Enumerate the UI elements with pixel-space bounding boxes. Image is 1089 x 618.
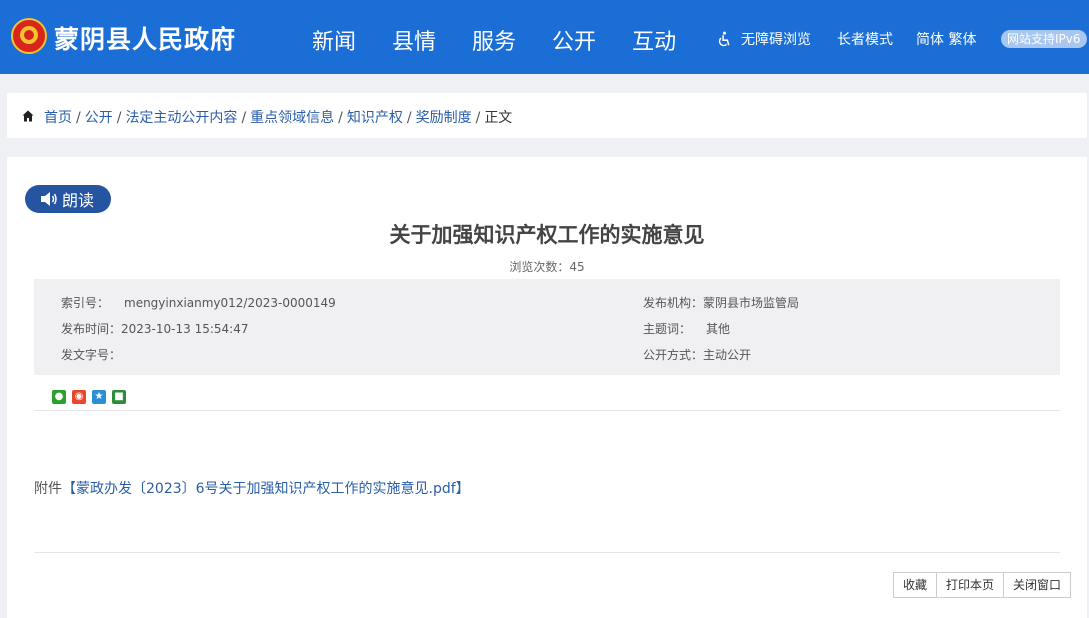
meta-publisher-label: 发布机构： — [643, 296, 704, 310]
national-emblem-logo[interactable] — [11, 18, 47, 54]
meta-date: 发布时间：2023-10-13 15:54:47 — [61, 320, 248, 337]
breadcrumb-reward-system[interactable]: 奖励制度 — [416, 110, 472, 126]
breadcrumb-separator: / — [475, 110, 481, 126]
meta-doc-number: 发文字号： — [61, 346, 121, 363]
attachment-prefix: 附件 — [34, 481, 62, 497]
nav-public[interactable]: 公开 — [552, 24, 596, 56]
site-title[interactable]: 蒙阴县人民政府 — [54, 20, 236, 56]
douban-icon[interactable]: ■ — [112, 390, 126, 404]
view-count: 浏览次数：45 — [7, 258, 1087, 275]
nav-county-info[interactable]: 县情 — [392, 24, 436, 56]
site-header: 蒙阴县人民政府 新闻 县情 服务 公开 互动 无障碍浏览 长者模式 简体 繁体 … — [0, 0, 1089, 74]
breadcrumb: 首页 / 公开 / 法定主动公开内容 / 重点领域信息 / 知识产权 / 奖励制度 / 正文 — [7, 93, 1087, 138]
speaker-icon — [41, 192, 57, 206]
meta-doc-number-label: 发文字号： — [61, 348, 122, 362]
meta-open-mode: 公开方式：主动公开 — [643, 346, 751, 363]
attachment: 附件【蒙政办发〔2023〕6号关于加强知识产权工作的实施意见.pdf】 — [34, 478, 470, 498]
wechat-icon[interactable]: ● — [52, 390, 66, 404]
nav-interaction[interactable]: 互动 — [632, 24, 676, 56]
breadcrumb-public[interactable]: 公开 — [85, 110, 113, 126]
meta-index-label: 索引号： — [61, 296, 110, 310]
language-switch[interactable]: 简体 繁体 — [916, 29, 976, 49]
article-panel: 朗读 关于加强知识产权工作的实施意见 浏览次数：45 索引号： mengyinxi… — [7, 157, 1087, 618]
divider — [34, 410, 1060, 411]
article-actions: 收藏 打印本页 关闭窗口 — [893, 572, 1072, 598]
favorite-button[interactable]: 收藏 — [893, 572, 938, 598]
attachment-link[interactable]: 【蒙政办发〔2023〕6号关于加强知识产权工作的实施意见.pdf】 — [62, 481, 470, 497]
meta-date-value: 2023-10-13 15:54:47 — [121, 322, 249, 336]
elder-mode-link[interactable]: 长者模式 — [837, 29, 893, 49]
accessibility-label: 无障碍浏览 — [741, 32, 811, 48]
meta-subject-value: 其他 — [706, 322, 731, 336]
read-aloud-button[interactable]: 朗读 — [25, 185, 111, 213]
breadcrumb-trail: 首页 / 公开 / 法定主动公开内容 / 重点领域信息 / 知识产权 / 奖励制度 / 正文 — [44, 107, 512, 127]
meta-date-label: 发布时间： — [61, 322, 122, 336]
ipv6-badge: 网站支持IPv6 — [1001, 30, 1087, 48]
qzone-icon[interactable]: ★ — [92, 390, 106, 404]
accessibility-link[interactable]: 无障碍浏览 — [716, 29, 811, 49]
meta-index: 索引号： mengyinxianmy012/2023-0000149 — [61, 294, 336, 311]
breadcrumb-home[interactable]: 首页 — [44, 110, 72, 126]
meta-subject: 主题词： 其他 — [643, 320, 730, 337]
home-icon — [22, 110, 34, 122]
divider — [34, 552, 1060, 553]
meta-open-mode-label: 公开方式： — [643, 348, 704, 362]
weibo-icon[interactable]: ◉ — [72, 390, 86, 404]
nav-services[interactable]: 服务 — [472, 24, 516, 56]
breadcrumb-separator: / — [241, 110, 247, 126]
meta-open-mode-value: 主动公开 — [703, 348, 752, 362]
meta-publisher: 发布机构：蒙阴县市场监管局 — [643, 294, 799, 311]
meta-publisher-value: 蒙阴县市场监管局 — [703, 296, 800, 310]
breadcrumb-statutory-content[interactable]: 法定主动公开内容 — [125, 110, 237, 126]
share-bar: ● ◉ ★ ■ — [52, 390, 132, 404]
breadcrumb-separator: / — [338, 110, 343, 126]
document-metadata: 索引号： mengyinxianmy012/2023-0000149 发布机构：蒙… — [34, 279, 1060, 375]
view-count-label: 浏览次数： — [509, 260, 570, 274]
breadcrumb-separator: / — [116, 110, 122, 126]
breadcrumb-ip[interactable]: 知识产权 — [347, 110, 403, 126]
article-title: 关于加强知识产权工作的实施意见 — [389, 223, 705, 247]
meta-subject-label: 主题词： — [643, 322, 692, 336]
breadcrumb-separator: / — [406, 110, 412, 126]
wheelchair-icon — [718, 31, 730, 46]
view-count-value: 45 — [569, 260, 585, 274]
read-aloud-label: 朗读 — [62, 191, 95, 210]
nav-news[interactable]: 新闻 — [312, 24, 356, 56]
main-nav: 新闻 县情 服务 公开 互动 — [312, 24, 712, 56]
meta-index-value: mengyinxianmy012/2023-0000149 — [124, 296, 336, 310]
breadcrumb-current: 正文 — [484, 110, 513, 126]
close-window-button[interactable]: 关闭窗口 — [1003, 572, 1072, 598]
breadcrumb-separator: / — [76, 110, 81, 126]
print-button[interactable]: 打印本页 — [936, 572, 1005, 598]
breadcrumb-key-areas[interactable]: 重点领域信息 — [250, 110, 334, 126]
